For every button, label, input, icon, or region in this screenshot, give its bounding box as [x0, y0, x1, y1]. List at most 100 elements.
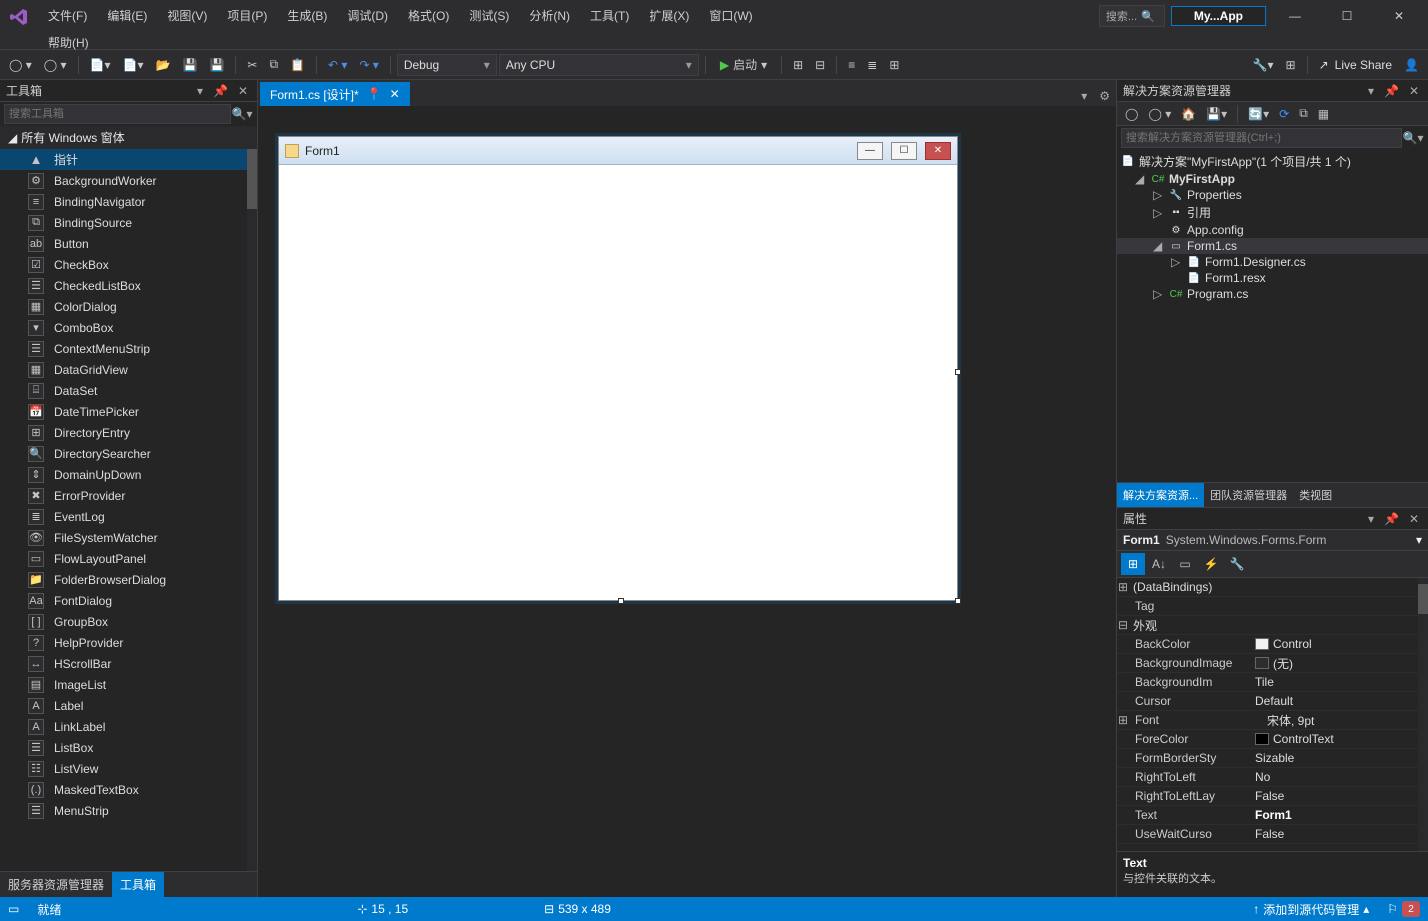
prop-value[interactable]: Form1 — [1249, 808, 1428, 822]
tab-close-button[interactable]: ✕ — [390, 87, 400, 101]
props-pages-button[interactable]: 🔧 — [1225, 553, 1249, 575]
align-button2[interactable]: ⊟ — [810, 55, 830, 75]
expand-icon[interactable]: ⊞ — [1117, 580, 1129, 594]
toolbox-item[interactable]: ▭FlowLayoutPanel — [0, 548, 257, 569]
toolbox-item[interactable]: ▦ColorDialog — [0, 296, 257, 317]
toolbox-item[interactable]: ☰ContextMenuStrip — [0, 338, 257, 359]
resize-handle-bottom[interactable] — [618, 598, 624, 604]
prop-value[interactable]: 宋体, 9pt — [1261, 712, 1428, 729]
tab-solution-explorer[interactable]: 解决方案资源... — [1117, 483, 1204, 507]
toolbox-item[interactable]: ⊞DirectoryEntry — [0, 422, 257, 443]
toolbox-item[interactable]: ☰MenuStrip — [0, 800, 257, 821]
ext-button1[interactable]: 🔧▾ — [1248, 55, 1279, 75]
save-button[interactable]: 💾 — [177, 55, 202, 75]
design-surface[interactable]: Form1 — ☐ ✕ — [258, 106, 1116, 897]
menu-build[interactable]: 生成(B) — [279, 4, 335, 27]
close-button[interactable]: ✕ — [1376, 4, 1422, 28]
prop-value[interactable]: False — [1249, 789, 1428, 803]
toolbox-search-input[interactable] — [4, 104, 231, 124]
menu-tools[interactable]: 工具(T) — [582, 4, 637, 27]
toolbox-pin-button[interactable]: 📌 — [210, 84, 231, 98]
undo-button[interactable]: ↶ ▾ — [323, 55, 352, 75]
pin-icon[interactable]: 📍 — [367, 87, 382, 101]
toolbox-item[interactable]: ▤ImageList — [0, 674, 257, 695]
winform-designer[interactable]: Form1 — ☐ ✕ — [278, 136, 958, 601]
tab-dropdown-button[interactable]: ▾ — [1075, 86, 1093, 106]
platform-combo[interactable]: Any CPU▾ — [499, 54, 699, 76]
align-button4[interactable]: ≣ — [862, 55, 882, 75]
soln-back-button[interactable]: ◯ — [1121, 105, 1142, 123]
prop-value[interactable]: Control — [1249, 637, 1428, 651]
soln-pin-button[interactable]: 📌 — [1381, 84, 1402, 98]
soln-close-button[interactable]: ✕ — [1406, 84, 1422, 98]
menu-test[interactable]: 测试(S) — [461, 4, 517, 27]
user-icon[interactable]: 👤 — [1399, 55, 1424, 75]
config-combo[interactable]: Debug▾ — [397, 54, 497, 76]
soln-fwd-button[interactable]: ◯ ▾ — [1144, 105, 1175, 123]
categorized-button[interactable]: ⊞ — [1121, 553, 1145, 575]
form-min-button[interactable]: — — [857, 142, 883, 160]
toolbox-item[interactable]: ≡BindingNavigator — [0, 191, 257, 212]
new-project-button[interactable]: 📄▾ — [85, 55, 116, 75]
maximize-button[interactable]: ☐ — [1324, 4, 1370, 28]
copy-button[interactable]: ⧉ — [264, 54, 283, 75]
prop-value[interactable]: Default — [1249, 694, 1428, 708]
form-max-button[interactable]: ☐ — [891, 142, 917, 160]
title-search[interactable]: 搜索... 🔍 — [1099, 5, 1165, 27]
redo-button[interactable]: ↷ ▾ — [354, 55, 383, 75]
props-close-button[interactable]: ✕ — [1406, 512, 1422, 526]
prop-category-row[interactable]: ⊞ (DataBindings) — [1117, 578, 1428, 597]
nav-back-button[interactable]: ◯ ▾ — [4, 55, 37, 75]
alphabetical-button[interactable]: A↓ — [1147, 553, 1171, 575]
resize-handle-corner[interactable] — [955, 598, 961, 604]
prop-value[interactable]: Sizable — [1249, 751, 1428, 765]
align-button1[interactable]: ⊞ — [788, 55, 808, 75]
soln-showall-button[interactable]: ▦ — [1314, 105, 1333, 123]
doc-tab-form1[interactable]: Form1.cs [设计]* 📍 ✕ — [260, 82, 410, 106]
toolbox-item[interactable]: [ ]GroupBox — [0, 611, 257, 632]
collapse-icon[interactable]: ⊟ — [1117, 618, 1129, 632]
prop-value[interactable]: ControlText — [1249, 732, 1428, 746]
menu-format[interactable]: 格式(O) — [400, 4, 457, 27]
minimize-button[interactable]: — — [1272, 4, 1318, 28]
toolbox-item[interactable]: ALabel — [0, 695, 257, 716]
toolbox-item[interactable]: ☰CheckedListBox — [0, 275, 257, 296]
menu-view[interactable]: 视图(V) — [159, 4, 215, 27]
toolbox-item[interactable]: ALinkLabel — [0, 716, 257, 737]
tree-resx[interactable]: 📄 Form1.resx — [1117, 270, 1428, 286]
toolbox-item[interactable]: ≣EventLog — [0, 506, 257, 527]
soln-collapse-button[interactable]: ⧉ — [1295, 104, 1312, 123]
props-pin-button[interactable]: 📌 — [1381, 512, 1402, 526]
toolbox-item[interactable]: ⚙BackgroundWorker — [0, 170, 257, 191]
prop-row[interactable]: RightToLeftLayFalse — [1117, 787, 1428, 806]
ext-button2[interactable]: ⊞ — [1281, 55, 1301, 75]
toolbox-item[interactable]: AaFontDialog — [0, 590, 257, 611]
start-button[interactable]: ▶启动 ▾ — [712, 53, 775, 76]
toolbox-item[interactable]: ⌸DataSet — [0, 380, 257, 401]
prop-row[interactable]: BackgroundImTile — [1117, 673, 1428, 692]
soln-home-button[interactable]: 🏠 — [1177, 105, 1200, 123]
toolbox-item[interactable]: ✖ErrorProvider — [0, 485, 257, 506]
toolbox-item[interactable]: ⇕DomainUpDown — [0, 464, 257, 485]
tab-gear-button[interactable]: ⚙ — [1093, 86, 1116, 106]
status-source-control[interactable]: ↑ 添加到源代码管理 ▴ — [1253, 901, 1369, 918]
toolbox-item[interactable]: (.)MaskedTextBox — [0, 779, 257, 800]
menu-analyze[interactable]: 分析(N) — [521, 4, 578, 27]
tree-designer[interactable]: ▷ 📄 Form1.Designer.cs — [1117, 254, 1428, 270]
menu-file[interactable]: 文件(F) — [40, 4, 95, 27]
tree-solution-root[interactable]: 📄 解决方案"MyFirstApp"(1 个项目/共 1 个) — [1117, 152, 1428, 171]
menu-window[interactable]: 窗口(W) — [701, 4, 760, 27]
menu-debug[interactable]: 调试(D) — [339, 4, 396, 27]
toolbox-item[interactable]: ?HelpProvider — [0, 632, 257, 653]
tree-appconfig[interactable]: ⚙ App.config — [1117, 222, 1428, 238]
toolbox-group-header[interactable]: ◢ 所有 Windows 窗体 — [0, 126, 257, 149]
toolbox-item[interactable]: 📅DateTimePicker — [0, 401, 257, 422]
live-share-button[interactable]: ↗Live Share — [1314, 55, 1397, 75]
toolbox-item[interactable]: ⧉BindingSource — [0, 212, 257, 233]
status-notifications[interactable]: ⚐2 — [1387, 901, 1420, 917]
soln-dropdown-button[interactable]: ▾ — [1365, 84, 1377, 98]
prop-row[interactable]: BackgroundImage(无) — [1117, 654, 1428, 673]
prop-row[interactable]: RightToLeftNo — [1117, 768, 1428, 787]
menu-edit[interactable]: 编辑(E) — [99, 4, 155, 27]
toolbox-item[interactable]: ▲指针 — [0, 149, 257, 170]
